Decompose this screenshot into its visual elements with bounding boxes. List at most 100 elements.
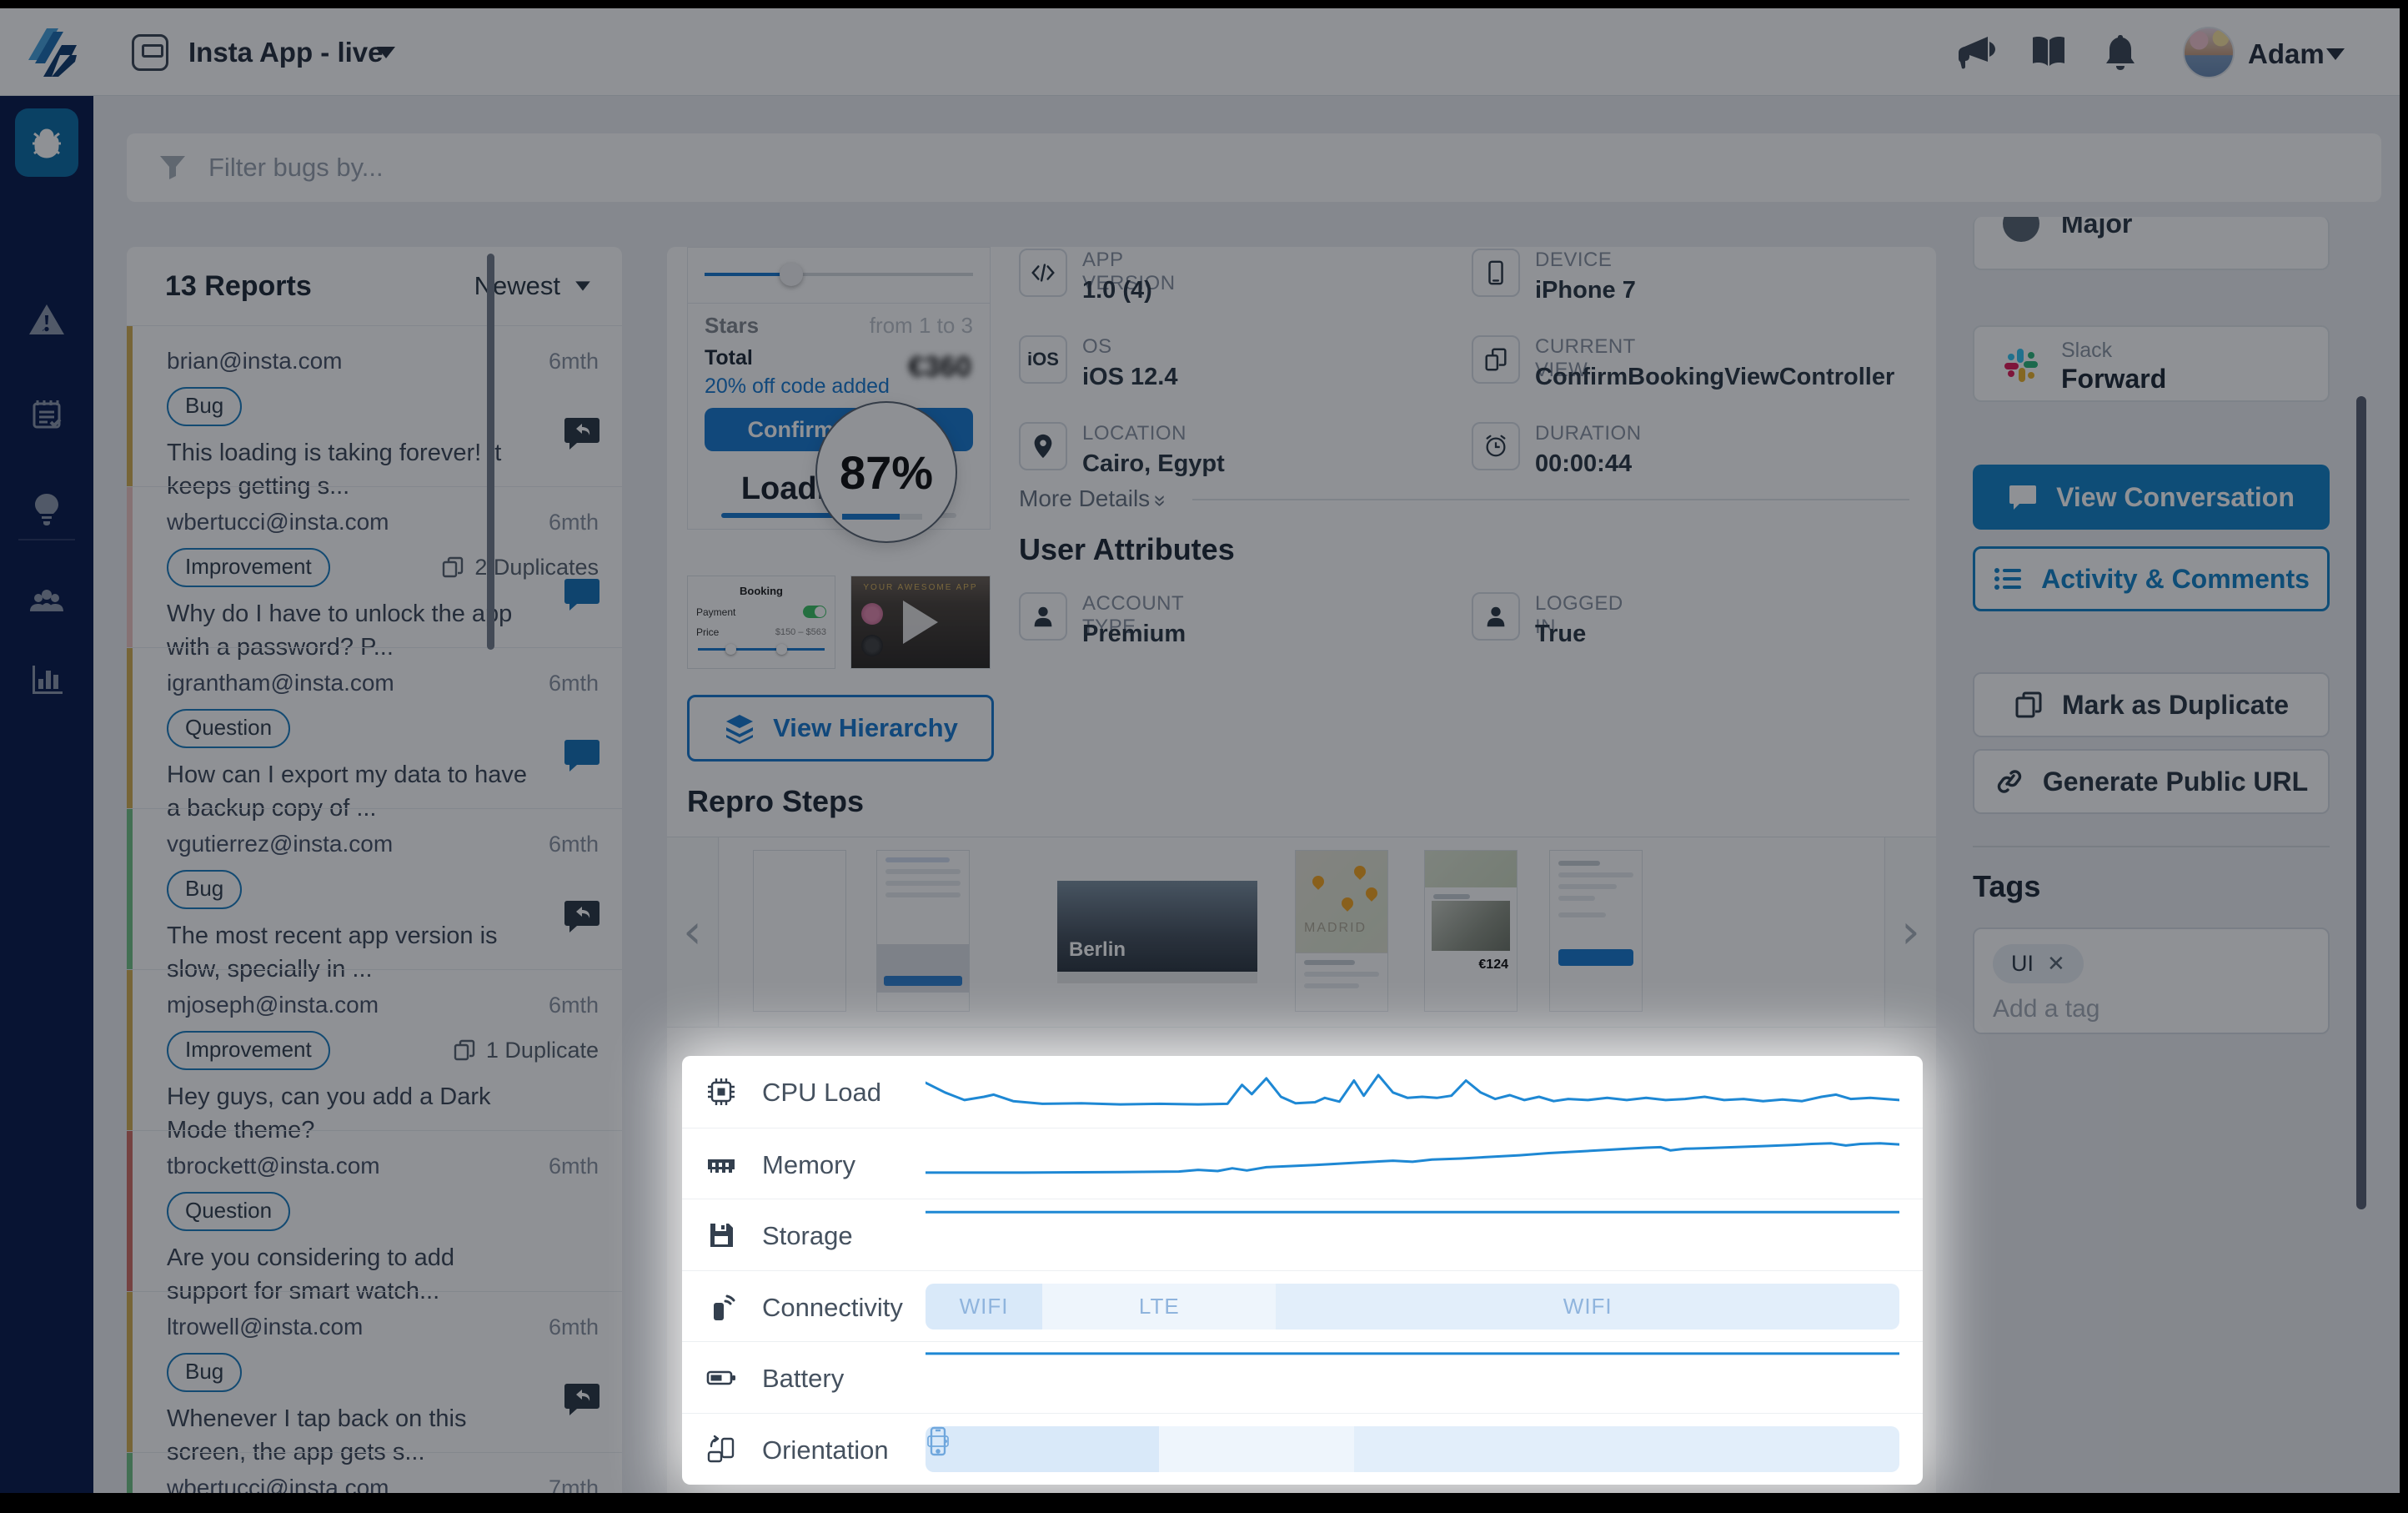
severity-label: Major: [2061, 217, 2132, 239]
add-tag-input[interactable]: Add a tag: [1993, 995, 2310, 1023]
report-age: 6mth: [549, 1154, 599, 1179]
warning-icon: [28, 300, 66, 339]
mini-booking-title: Booking: [688, 585, 835, 597]
project-selector[interactable]: Insta App - live: [188, 37, 383, 68]
more-details-toggle[interactable]: More Details »: [1019, 485, 1165, 512]
attachment-thumb-booking[interactable]: Booking Payment Price$150 – $563: [687, 576, 835, 669]
severity-color-bar: [127, 809, 133, 969]
tag-label: UI: [2011, 951, 2034, 977]
metric-row-orientation: Orientation: [682, 1413, 1923, 1484]
attachment-thumb-video[interactable]: YOUR AWESOME APP: [850, 576, 991, 669]
instabug-logo[interactable]: [22, 22, 83, 83]
report-list-item[interactable]: tbrockett@insta.com6mthQuestionAre you c…: [127, 1130, 622, 1291]
person-icon: [1472, 592, 1520, 641]
user-menu[interactable]: Adam: [2248, 38, 2325, 70]
user-attributes-heading: User Attributes: [1019, 532, 1235, 567]
report-type-badge: Bug: [167, 870, 242, 909]
code-icon: [1019, 249, 1067, 297]
sidebar-item-team[interactable]: [0, 567, 93, 634]
slack-forward-card[interactable]: Slack Forward: [1973, 325, 2330, 402]
report-age: 6mth: [549, 510, 599, 535]
sidebar-item-surveys[interactable]: [0, 381, 93, 448]
metric-row-cpu-load: CPU Load: [682, 1056, 1923, 1127]
slack-action: Forward: [2061, 364, 2166, 395]
app-icon[interactable]: [132, 34, 168, 71]
notifications-icon[interactable]: [2099, 32, 2141, 73]
report-list-item[interactable]: igrantham@insta.com6mthQuestionHow can I…: [127, 647, 622, 808]
sidebar-divider: [18, 539, 75, 540]
chat-icon: [564, 577, 600, 611]
filter-input[interactable]: Filter bugs by...: [208, 153, 384, 183]
sidebar-item-crashes[interactable]: [0, 286, 93, 353]
user-caret-icon[interactable]: [2326, 48, 2345, 60]
project-caret-icon[interactable]: [377, 47, 395, 58]
report-type-badge: Bug: [167, 1353, 242, 1392]
severity-color-bar: [127, 1292, 133, 1452]
report-list-item[interactable]: vgutierrez@insta.com6mthBugThe most rece…: [127, 808, 622, 969]
report-list: brian@insta.com6mthBugThis loading is ta…: [127, 325, 622, 1493]
page-scrollbar[interactable]: [2356, 396, 2366, 1209]
carousel-next-button[interactable]: ›: [1884, 837, 1936, 1027]
report-list-item[interactable]: ltrowell@insta.com6mthBugWhenever I tap …: [127, 1291, 622, 1452]
mini-toggle: [803, 606, 826, 618]
mini-keyboard: [877, 944, 969, 993]
tag-remove-icon[interactable]: ✕: [2047, 951, 2065, 977]
report-type-badge: Improvement: [167, 548, 330, 587]
avatar[interactable]: [2183, 27, 2235, 78]
filter-bar[interactable]: Filter bugs by...: [127, 133, 2381, 202]
storage-icon: [705, 1219, 737, 1251]
repro-thumb-blank[interactable]: [753, 850, 846, 1012]
report-list-item[interactable]: mjoseph@insta.com6mthImprovement1 Duplic…: [127, 969, 622, 1130]
view-conversation-button[interactable]: View Conversation: [1973, 465, 2330, 530]
repro-thumb-search[interactable]: [876, 850, 970, 1012]
report-list-scrollbar[interactable]: [487, 254, 494, 650]
activity-comments-button[interactable]: Activity & Comments: [1973, 546, 2330, 611]
berlin-label: Berlin: [1069, 938, 1126, 962]
report-type-badge: Question: [167, 709, 290, 748]
segment: WIFI: [926, 1284, 1042, 1330]
mini-confirm-button: [1558, 949, 1633, 966]
survey-icon: [28, 395, 66, 434]
repro-thumb-berlin[interactable]: Berlin: [1057, 881, 1257, 983]
report-age: 6mth: [549, 349, 599, 374]
repro-thumb-map[interactable]: MADRID: [1295, 850, 1388, 1012]
repro-thumb-booking[interactable]: [1549, 850, 1643, 1012]
severity-card[interactable]: Major: [1973, 217, 2330, 270]
severity-color-bar: [127, 1453, 133, 1493]
ios-icon: iOS: [1019, 335, 1067, 384]
chat-icon: [564, 738, 600, 772]
generate-public-url-button[interactable]: Generate Public URL: [1973, 749, 2330, 814]
phone-icon: [1472, 249, 1520, 297]
mark-duplicate-button[interactable]: Mark as Duplicate: [1973, 672, 2330, 737]
severity-color-bar: [127, 1131, 133, 1291]
carousel-prev-button[interactable]: ‹: [667, 837, 719, 1027]
preview-total-label: Total: [705, 346, 753, 370]
metric-label: Memory: [762, 1150, 855, 1180]
docs-icon[interactable]: [2028, 32, 2069, 73]
sort-caret-icon: [575, 281, 590, 290]
report-type-badge: Question: [167, 1192, 290, 1231]
reply-icon: [564, 1382, 600, 1415]
report-list-item[interactable]: wbertucci@insta.com6mthImprovement2 Dupl…: [127, 486, 622, 647]
segment: LTE: [1042, 1284, 1276, 1330]
sidebar-item-feature-requests[interactable]: [0, 475, 93, 542]
metric-label: Connectivity: [762, 1293, 903, 1323]
reports-panel: 13 Reports Newest brian@insta.com6mthBug…: [127, 247, 622, 1493]
pin-icon: [1019, 422, 1067, 470]
sidebar-item-analytics[interactable]: [0, 646, 93, 713]
mini-video-title: YOUR AWESOME APP: [851, 583, 990, 592]
severity-color-bar: [127, 648, 133, 808]
cpu-icon: [705, 1076, 737, 1108]
tags-input-box[interactable]: UI ✕ Add a tag: [1973, 927, 2330, 1034]
repro-thumb-hotel[interactable]: €124: [1424, 850, 1518, 1012]
slack-icon: [2001, 345, 2041, 385]
announcements-icon[interactable]: [1958, 32, 1999, 73]
report-list-item[interactable]: brian@insta.com6mthBugThis loading is ta…: [127, 325, 622, 486]
tag-pill: UI ✕: [1993, 944, 2084, 983]
link-icon: [1994, 767, 2024, 797]
report-list-item[interactable]: wbertucci@insta.com7mth: [127, 1452, 622, 1493]
view-hierarchy-button[interactable]: View Hierarchy: [687, 695, 994, 762]
report-age: 6mth: [549, 1314, 599, 1340]
sidebar-item-bugs[interactable]: [15, 108, 78, 177]
report-type-badge: Improvement: [167, 1031, 330, 1070]
